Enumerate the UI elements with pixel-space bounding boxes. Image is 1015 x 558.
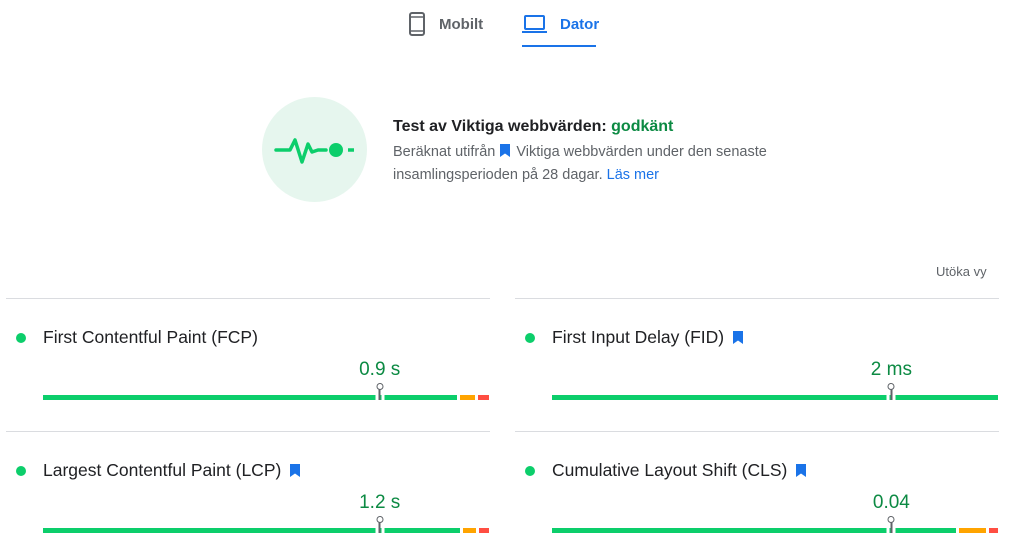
distribution-needs-improvement-segment xyxy=(959,528,986,533)
tab-desktop-label: Dator xyxy=(560,15,600,33)
tab-mobile[interactable]: Mobilt xyxy=(408,0,483,48)
metric-value: 0.9 s xyxy=(359,359,401,380)
learn-more-link[interactable]: Läs mer xyxy=(607,167,659,183)
smartphone-icon xyxy=(409,12,425,36)
bookmark-icon xyxy=(796,464,807,477)
metric-name-label: Largest Contentful Paint (LCP) xyxy=(43,460,282,480)
metric-card-fid: First Input Delay (FID) 2 ms xyxy=(515,298,999,431)
metric-card-fcp: First Contentful Paint (FCP) 0.9 s xyxy=(6,298,490,431)
metric-value: 0.04 xyxy=(872,492,910,513)
distribution-bar xyxy=(552,383,998,400)
percentile-marker xyxy=(375,516,385,533)
assessment-status: godkänt xyxy=(611,118,674,135)
distribution-good-segment xyxy=(43,395,457,400)
metric-value: 2 ms xyxy=(870,359,912,380)
distribution-bar xyxy=(43,383,489,400)
metric-name[interactable]: First Input Delay (FID) xyxy=(552,327,744,348)
metric-card-cls: Cumulative Layout Shift (CLS) 0.04 xyxy=(515,431,999,558)
assessment-title-prefix: Test av Viktiga webbvärden: xyxy=(393,118,612,135)
distribution-bar xyxy=(552,516,998,533)
laptop-icon xyxy=(522,15,547,33)
distribution-good-segment xyxy=(43,528,461,533)
tab-mobile-label: Mobilt xyxy=(439,15,484,33)
core-web-vitals-pulse-icon xyxy=(262,97,367,202)
distribution-poor-segment xyxy=(478,528,489,533)
percentile-marker xyxy=(886,383,896,400)
status-dot-good xyxy=(16,333,26,343)
metric-card-lcp: Largest Contentful Paint (LCP) 1.2 s xyxy=(6,431,490,558)
bookmark-icon xyxy=(500,144,511,157)
metric-name-label: First Input Delay (FID) xyxy=(552,327,725,347)
percentile-marker xyxy=(375,383,385,400)
distribution-poor-segment xyxy=(988,528,998,533)
metric-value: 1.2 s xyxy=(359,492,401,513)
assessment-summary: Test av Viktiga webbvärden: godkänt Berä… xyxy=(393,117,773,187)
assessment-description: Beräknat utifrån Viktiga webbvärden under… xyxy=(393,141,773,187)
distribution-good-segment xyxy=(552,395,998,400)
metric-name[interactable]: Largest Contentful Paint (LCP) xyxy=(43,460,301,481)
assessment-desc-before: Beräknat utifrån xyxy=(393,144,496,160)
assessment-title: Test av Viktiga webbvärden: godkänt xyxy=(393,117,773,137)
tab-desktop[interactable]: Dator xyxy=(522,0,599,48)
status-dot-good xyxy=(525,466,535,476)
status-dot-good xyxy=(16,466,26,476)
distribution-needs-improvement-segment xyxy=(460,395,475,400)
percentile-marker xyxy=(886,516,896,533)
metric-name-label: First Contentful Paint (FCP) xyxy=(43,327,258,347)
active-tab-indicator xyxy=(522,45,596,47)
form-factor-tabs: Mobilt Dator xyxy=(0,0,1015,50)
metric-name[interactable]: First Contentful Paint (FCP) xyxy=(43,327,258,348)
distribution-needs-improvement-segment xyxy=(463,528,476,533)
bookmark-icon xyxy=(290,464,301,477)
bookmark-icon xyxy=(733,331,744,344)
expand-view-button[interactable]: Utöka vy xyxy=(936,264,987,279)
status-dot-good xyxy=(525,333,535,343)
metric-name-label: Cumulative Layout Shift (CLS) xyxy=(552,460,788,480)
distribution-bar xyxy=(43,516,489,533)
metric-name[interactable]: Cumulative Layout Shift (CLS) xyxy=(552,460,807,481)
distribution-poor-segment xyxy=(477,395,489,400)
